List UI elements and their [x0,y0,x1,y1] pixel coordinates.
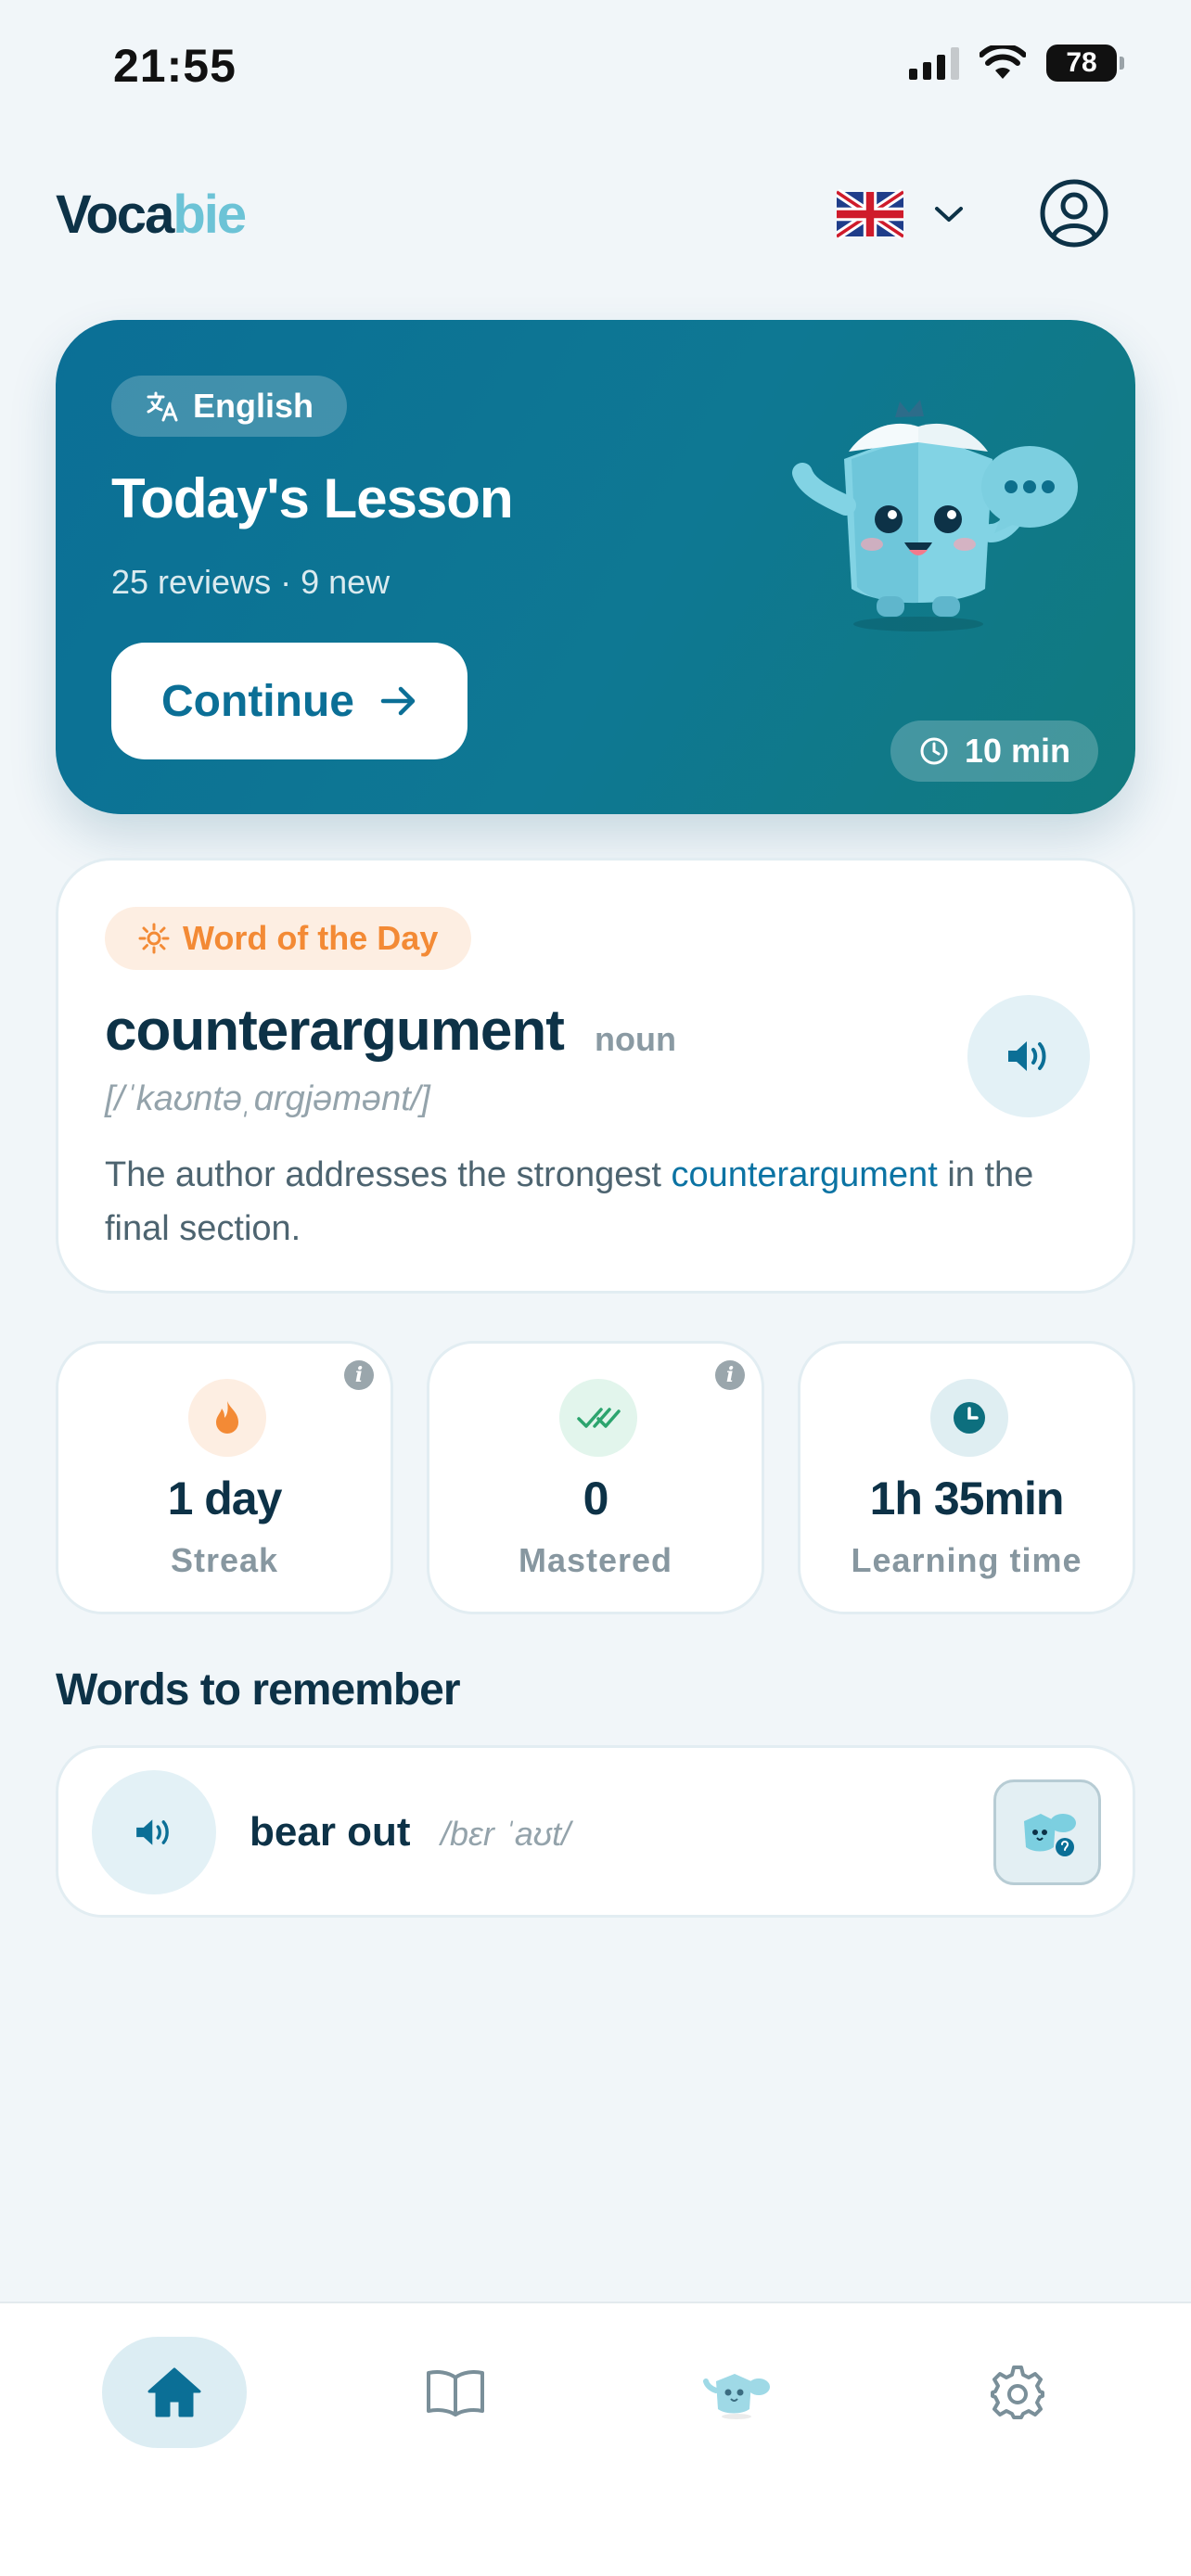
info-icon[interactable]: i [715,1360,745,1390]
chevron-down-icon [935,207,963,222]
word-of-the-day-badge: Word of the Day [105,907,472,970]
book-icon [427,2370,484,2417]
bottom-navigation [0,2302,1191,2576]
book-mascot-illustration [792,400,1078,631]
mascot-help-icon [1024,1814,1076,1856]
mastered-value: 0 [583,1473,609,1524]
stat-card-streak[interactable]: i 1 day Streak [56,1341,393,1614]
todays-lesson-card: English Today's Lesson 25 reviews · 9 ne… [56,320,1135,814]
nav-home[interactable] [102,2337,247,2448]
example-sentence: The author addresses the strongest count… [105,1148,1088,1256]
stat-card-learning-time[interactable]: 1h 35min Learning time [798,1341,1135,1614]
logo-part-dark: Voca [56,185,174,245]
gear-icon [991,2366,1044,2419]
word-of-the-day-card[interactable]: Word of the Day counterargument noun [/ˈ… [56,858,1135,1294]
mascot-quiz-button[interactable] [993,1779,1101,1885]
learning-time-label: Learning time [851,1541,1082,1579]
duration-label: 10 min [965,732,1071,770]
battery-indicator: 78 [1046,45,1124,82]
wifi-icon [980,45,1026,79]
nav-library[interactable] [383,2337,528,2448]
example-text-before: The author addresses the strongest [105,1155,672,1194]
info-icon[interactable]: i [344,1360,374,1390]
lesson-title: Today's Lesson [111,467,514,529]
clock-icon [920,737,948,765]
word-of-the-day-label: Word of the Day [183,919,439,957]
translate-icon [147,391,178,422]
learning-time-value: 1h 35min [869,1473,1065,1524]
nav-mascot[interactable] [664,2337,809,2448]
mascot-icon [703,2374,770,2419]
logo-part-light: bie [173,185,247,245]
app-logo: Vocabie [56,184,247,246]
lesson-subtitle: 25 reviews · 9 new [111,563,391,601]
uk-flag-icon [837,189,903,239]
streak-value: 1 day [167,1473,283,1524]
signal-icon [909,46,959,80]
language-chip: English [111,376,348,437]
clock-icon [930,1379,1008,1457]
part-of-speech: noun [595,1020,676,1058]
streak-label: Streak [170,1541,279,1579]
sun-icon [138,923,170,954]
speaker-icon [136,1819,169,1845]
play-pronunciation-button[interactable] [967,995,1090,1117]
home-icon [147,2367,201,2417]
flame-icon [188,1379,266,1457]
pronunciation: [/ˈkaʊntəˌɑrgjəmənt/] [105,1079,430,1118]
play-pronunciation-button[interactable] [92,1770,216,1894]
double-check-icon [559,1379,637,1457]
example-highlight: counterargument [671,1155,938,1194]
words-to-remember-title: Words to remember [56,1665,461,1715]
speaker-icon [1008,1041,1046,1071]
arrow-right-icon [380,686,416,716]
profile-icon[interactable] [1039,178,1109,249]
remember-word: bear out [250,1809,411,1855]
duration-chip: 10 min [890,721,1099,782]
stat-card-mastered[interactable]: i 0 Mastered [427,1341,764,1614]
status-icons: 78 [909,45,1124,82]
continue-button[interactable]: Continue [111,643,467,759]
status-time: 21:55 [113,40,237,92]
continue-label: Continue [161,676,354,726]
language-selector[interactable] [837,184,965,245]
word-of-the-day-word: counterargument [105,999,565,1063]
list-item[interactable]: bear out /bɛr ˈaʊt/ [56,1745,1135,1918]
nav-settings[interactable] [945,2337,1090,2448]
mastered-label: Mastered [518,1541,673,1579]
language-label: English [193,387,314,425]
remember-pronunciation: /bɛr ˈaʊt/ [441,1815,571,1853]
